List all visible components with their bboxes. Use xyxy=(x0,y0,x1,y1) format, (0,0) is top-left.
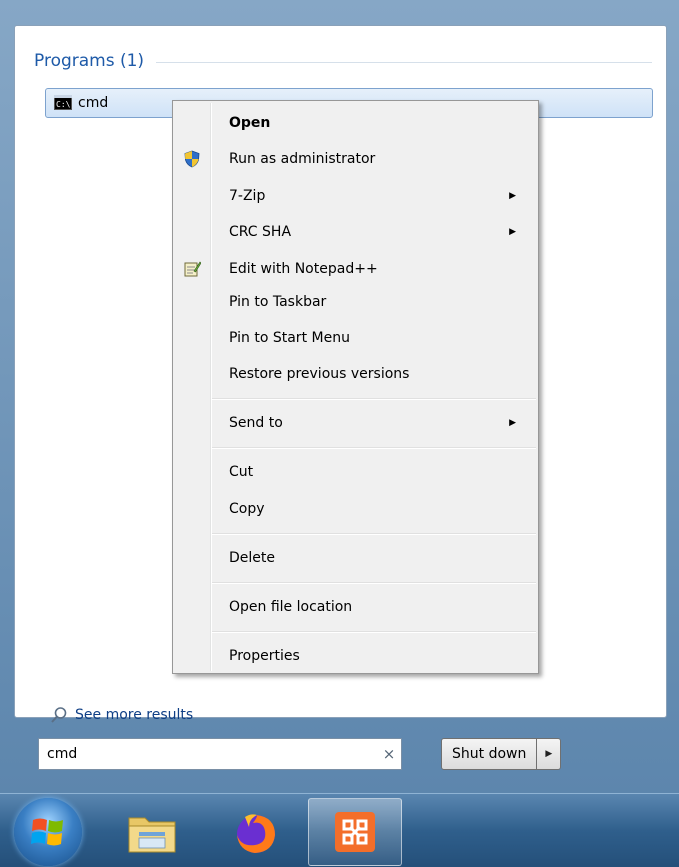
cmd-console-icon: C:\ xyxy=(54,94,72,110)
menu-item-crc-sha[interactable]: CRC SHA ▶ xyxy=(175,217,536,247)
menu-item-label: Pin to Start Menu xyxy=(229,330,350,346)
programs-section-title: Programs (1) xyxy=(34,51,145,71)
search-input-value: cmd xyxy=(47,746,78,762)
magnifier-icon xyxy=(51,707,67,723)
taskbar xyxy=(0,793,679,867)
menu-separator xyxy=(212,447,536,449)
menu-separator xyxy=(212,582,536,584)
menu-item-open-file-location[interactable]: Open file location xyxy=(175,592,536,622)
file-explorer-icon[interactable] xyxy=(122,802,182,862)
menu-separator xyxy=(212,533,536,535)
menu-item-pin-to-start-menu[interactable]: Pin to Start Menu xyxy=(175,323,536,353)
menu-item-label: Open xyxy=(229,115,271,131)
menu-item-properties[interactable]: Properties xyxy=(175,641,536,671)
menu-item-copy[interactable]: Copy xyxy=(175,494,536,524)
clear-search-button[interactable]: × xyxy=(377,745,401,763)
xampp-taskbar-button[interactable] xyxy=(308,798,402,866)
section-divider xyxy=(156,61,652,63)
menu-item-7zip[interactable]: 7-Zip ▶ xyxy=(175,181,536,211)
menu-item-label: Copy xyxy=(229,501,265,517)
shutdown-button[interactable]: Shut down xyxy=(441,738,538,770)
programs-section-header: Programs (1) xyxy=(34,51,652,71)
menu-item-cut[interactable]: Cut xyxy=(175,457,536,487)
submenu-arrow-icon: ▶ xyxy=(509,227,516,237)
menu-item-label: Edit with Notepad++ xyxy=(229,261,378,277)
see-more-results-label: See more results xyxy=(75,707,194,723)
menu-item-send-to[interactable]: Send to ▶ xyxy=(175,408,536,438)
menu-item-label: Open file location xyxy=(229,599,353,615)
shutdown-options-button[interactable]: ▶ xyxy=(537,738,562,770)
menu-item-delete[interactable]: Delete xyxy=(175,543,536,573)
xampp-icon xyxy=(335,812,375,852)
menu-item-open[interactable]: Open xyxy=(175,108,536,138)
see-more-results-link[interactable]: See more results xyxy=(50,706,193,724)
menu-item-restore-previous-versions[interactable]: Restore previous versions xyxy=(175,359,536,389)
submenu-arrow-icon: ▶ xyxy=(509,418,516,428)
menu-separator xyxy=(212,398,536,400)
menu-item-label: Send to xyxy=(229,415,283,431)
uac-shield-icon xyxy=(183,150,201,168)
menu-item-label: Properties xyxy=(229,648,300,664)
menu-item-label: Pin to Taskbar xyxy=(229,294,327,310)
submenu-arrow-icon: ▶ xyxy=(509,191,516,201)
menu-item-label: Run as administrator xyxy=(229,151,376,167)
windows-logo-icon xyxy=(31,818,63,846)
menu-item-label: Delete xyxy=(229,550,275,566)
menu-item-edit-with-notepad-plus-plus[interactable]: Edit with Notepad++ xyxy=(175,254,536,284)
menu-item-pin-to-taskbar[interactable]: Pin to Taskbar xyxy=(175,287,536,317)
menu-item-label: 7-Zip xyxy=(229,188,266,204)
menu-separator xyxy=(212,631,536,633)
search-input[interactable]: cmd × xyxy=(38,738,402,770)
menu-item-label: Cut xyxy=(229,464,254,480)
notepad-plus-plus-icon xyxy=(183,260,201,278)
program-result-label: cmd xyxy=(78,95,109,111)
context-menu: Open Run as administrator 7-Zip ▶ CRC SH… xyxy=(172,100,539,674)
windows-start-orb-icon[interactable] xyxy=(14,798,82,866)
menu-item-label: CRC SHA xyxy=(229,224,292,240)
firefox-icon[interactable] xyxy=(226,802,286,862)
shutdown-control: Shut down ▶ xyxy=(441,738,562,770)
menu-item-label: Restore previous versions xyxy=(229,366,410,382)
menu-item-run-as-administrator[interactable]: Run as administrator xyxy=(175,144,536,174)
